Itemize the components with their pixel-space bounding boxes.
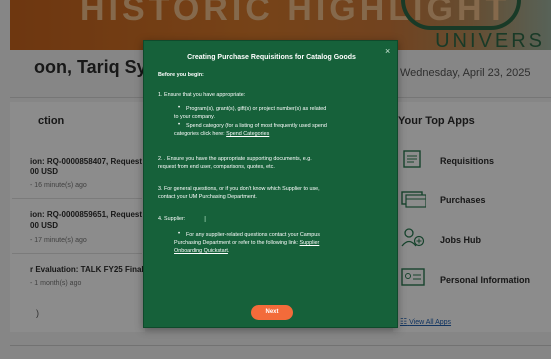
step-1-bullet-2-line-1: Spend category (for a listing of most fr… (186, 123, 327, 129)
step-2-line-2: request from end user, comparisons, quot… (158, 164, 275, 170)
text-cursor-icon: I (204, 215, 207, 224)
before-you-begin-label: Before you begin: (158, 72, 204, 78)
supplier-prefix: Purchasing Department or refer to the fo… (174, 240, 299, 246)
spend-categories-prefix: categories click here: (174, 131, 225, 137)
step-4-line-3: Onboarding Quickstart. (174, 248, 229, 255)
modal-title: Creating Purchase Requisitions for Catal… (187, 54, 356, 61)
step-1-intro: 1. Ensure that you have appropriate: (158, 92, 246, 98)
step-3-line-2: contact your UM Purchasing Department. (158, 194, 257, 200)
purchase-requisition-guide-modal: × Creating Purchase Requisitions for Cat… (143, 40, 398, 328)
bullet-icon: • (178, 122, 181, 128)
step-3-line-1: 3. For general questions, or if you don'… (158, 186, 320, 192)
spend-categories-link[interactable]: Spend Categories (226, 131, 269, 137)
step-4-intro: 4. Supplier: (158, 216, 186, 222)
step-4-line-1: For any supplier-related questions conta… (186, 232, 320, 238)
next-button[interactable]: Next (251, 305, 293, 320)
supplier-link-part-1[interactable]: Supplier (300, 240, 320, 246)
step-1-bullet-2-line-2: categories click here: Spend Categories (174, 131, 269, 138)
period: . (227, 248, 230, 254)
supplier-onboarding-quickstart-link[interactable]: Onboarding Quickstart (174, 248, 228, 254)
step-1-bullet-1-line-1: Program(s), grant(s), gift(s) or project… (186, 106, 327, 112)
step-1-bullet-1-line-2: to your company. (174, 114, 215, 120)
step-4-line-2: Purchasing Department or refer to the fo… (174, 240, 319, 247)
bullet-icon: • (178, 231, 181, 237)
bullet-icon: • (178, 105, 181, 111)
step-2-line-1: 2. . Ensure you have the appropriate sup… (158, 156, 312, 162)
